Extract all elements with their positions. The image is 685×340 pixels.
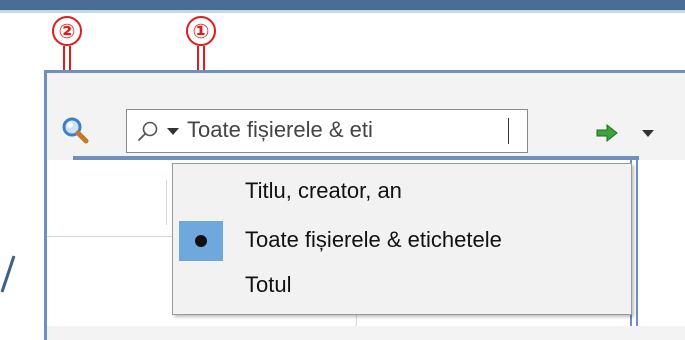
text-caret [508,118,509,144]
top-bar [0,0,685,10]
menu-item-check-area [179,266,223,306]
annotation-marker-2: ② [52,16,82,46]
chevron-down-icon[interactable] [642,130,654,137]
chevron-down-icon[interactable] [167,128,179,135]
annotation-marker-1: ① [186,16,216,46]
menu-item-label: Titlu, creator, an [245,178,402,203]
column-divider [166,180,167,225]
menu-item-everything[interactable]: Totul [173,264,631,308]
menu-item-title-creator-year[interactable]: Titlu, creator, an [173,170,631,214]
top-bar-accent [0,10,685,13]
menu-item-check-area [179,172,223,212]
menu-item-all-files-tags[interactable]: Toate fișierele & etichetele [173,219,631,263]
menu-item-check-area [179,221,223,261]
menu-item-label: Totul [245,272,292,297]
menu-item-label: Toate fișierele & etichetele [245,227,502,252]
search-field[interactable]: Toate fișierele & eti [126,109,528,153]
highlight-frame-top [73,156,639,160]
search-mode-menu: Titlu, creator, an Toate fișierele & eti… [172,163,632,315]
search-input[interactable]: Toate fișierele & eti [187,117,522,143]
green-arrow-icon[interactable] [596,123,618,143]
magnifier-icon[interactable] [60,115,90,145]
search-icon[interactable] [137,120,159,142]
background-stroke [0,255,16,293]
radio-bullet-icon [195,235,207,247]
